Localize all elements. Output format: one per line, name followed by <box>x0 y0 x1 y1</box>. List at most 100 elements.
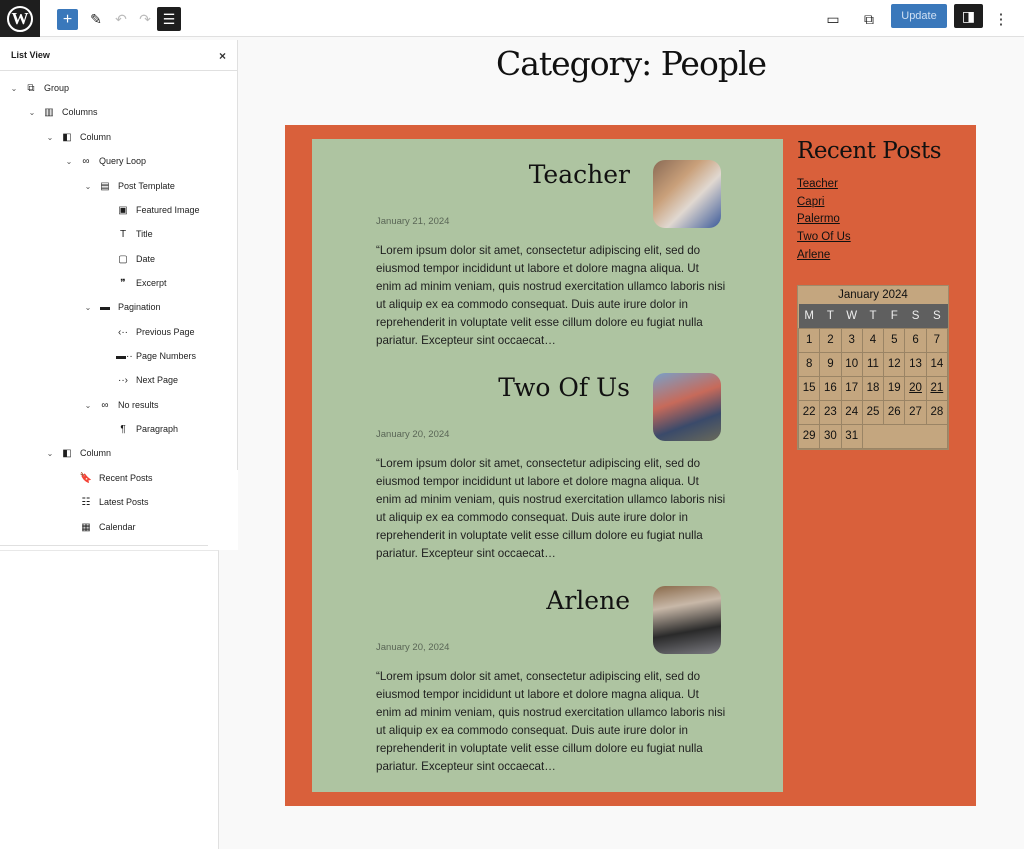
post-title[interactable]: Arlene <box>546 586 630 615</box>
list-view-toggle-button[interactable]: ☰ <box>157 7 181 31</box>
list-view-item[interactable]: ⌄ ◧ Column <box>44 127 111 147</box>
featured-image[interactable] <box>653 373 721 441</box>
calendar-day: 25 <box>861 399 885 425</box>
calendar-day: 12 <box>883 351 906 377</box>
calendar-pad <box>861 423 949 449</box>
list-view-item[interactable]: ··› Next Page <box>100 370 178 390</box>
recent-posts-block-icon: 🔖 <box>79 472 93 484</box>
featured-image[interactable] <box>653 586 721 654</box>
weekday-header: T <box>862 304 884 328</box>
post-excerpt: “Lorem ipsum dolor sit amet, consectetur… <box>376 244 726 347</box>
calendar-day: 19 <box>883 375 906 401</box>
chevron-down-icon[interactable]: ⌄ <box>63 157 75 166</box>
list-view-item-label: Date <box>136 254 156 264</box>
chevron-down-icon[interactable]: ⌄ <box>26 108 38 117</box>
add-block-button[interactable]: + <box>57 9 78 30</box>
recent-post-link[interactable]: Teacher <box>797 178 838 190</box>
list-view-item[interactable]: ☷ Latest Posts <box>63 492 149 512</box>
calendar-day: 29 <box>797 423 821 449</box>
column-block-icon: ◧ <box>62 131 72 143</box>
undo-button[interactable]: ↶ <box>110 8 132 30</box>
calendar-day: 5 <box>883 327 906 353</box>
recent-post-item: Palermo <box>797 211 957 229</box>
view-site-button[interactable]: ⧉ <box>858 8 880 30</box>
calendar-day: 15 <box>797 375 821 401</box>
list-view-item[interactable]: ⌄ ▤ Post Template <box>82 176 175 196</box>
calendar-day: 3 <box>840 327 863 353</box>
wordpress-logo-button[interactable]: W <box>0 0 40 37</box>
chevron-down-icon[interactable]: ⌄ <box>44 449 56 458</box>
list-view-item[interactable]: ▣ Featured Image <box>100 200 200 220</box>
more-options-button[interactable]: ⋮ <box>990 8 1012 30</box>
post-title[interactable]: Teacher <box>529 160 630 189</box>
calendar-day: 1 <box>797 327 821 353</box>
featured-image[interactable] <box>653 160 721 228</box>
list-view-header: List View × <box>0 40 237 71</box>
list-view-item[interactable]: T Title <box>100 224 153 244</box>
list-view-item[interactable]: ⌄ ◧ Column <box>44 443 111 463</box>
list-view-item-label: Title <box>136 229 153 239</box>
list-view-item-label: Paragraph <box>136 424 179 434</box>
calendar-day: 9 <box>819 351 842 377</box>
calendar-day: 28 <box>925 399 949 425</box>
next-page-block-icon: ··› <box>118 374 128 386</box>
device-preview-button[interactable]: ▭ <box>822 8 844 30</box>
query-loop-block-icon: ∞ <box>82 155 90 167</box>
empty-panel <box>0 550 219 849</box>
calendar-day: 18 <box>861 375 885 401</box>
edit-tool-button[interactable]: ✎ <box>85 8 107 30</box>
list-view-item[interactable]: ¶ Paragraph <box>100 419 178 439</box>
calendar-day: 11 <box>861 351 885 377</box>
list-view-item[interactable]: ▦ Calendar <box>63 517 135 537</box>
calendar-day: 10 <box>840 351 863 377</box>
weekday-header: S <box>904 304 927 328</box>
close-icon[interactable]: × <box>219 49 226 63</box>
list-view-item[interactable]: ⌄ ∞ No results <box>82 395 159 415</box>
weekday-header: M <box>798 304 820 328</box>
post-date: January 21, 2024 <box>376 216 450 227</box>
chevron-down-icon[interactable]: ⌄ <box>82 303 94 312</box>
chevron-down-icon[interactable]: ⌄ <box>8 84 20 93</box>
calendar-day: 14 <box>925 351 949 377</box>
calendar-day: 22 <box>797 399 821 425</box>
list-view-item[interactable]: ⌄ ▬ Pagination <box>82 297 161 317</box>
chevron-down-icon[interactable]: ⌄ <box>44 133 56 142</box>
list-view-item-label: Recent Posts <box>99 473 153 483</box>
list-view-item[interactable]: ⌄ ∞ Query Loop <box>63 151 146 171</box>
calendar-day: 31 <box>840 423 863 449</box>
list-view-item[interactable]: 🔖 Recent Posts <box>63 468 153 488</box>
list-view-item[interactable]: ‹·· Previous Page <box>100 322 195 342</box>
update-button[interactable]: Update <box>891 4 947 28</box>
chevron-down-icon[interactable]: ⌄ <box>82 182 94 191</box>
recent-post-link[interactable]: Palermo <box>797 213 840 225</box>
list-view-item-label: Latest Posts <box>99 497 149 507</box>
calendar-day: 2 <box>819 327 842 353</box>
list-view-item-label: Featured Image <box>136 205 200 215</box>
list-view-item-label: Next Page <box>136 375 179 385</box>
calendar-day: 30 <box>819 423 842 449</box>
redo-button[interactable]: ↷ <box>134 8 156 30</box>
title-block-icon: T <box>119 228 127 240</box>
list-view-item-label: Column <box>80 132 112 142</box>
list-view-item-label: Columns <box>62 107 98 117</box>
calendar-day: 24 <box>840 399 863 425</box>
post-title[interactable]: Two Of Us <box>498 373 630 402</box>
list-view-item[interactable]: ▬·· Page Numbers <box>100 346 196 366</box>
weekday-header: W <box>841 304 863 328</box>
list-view-item[interactable]: ⌄ ▥ Columns <box>26 102 98 122</box>
calendar-day-link[interactable]: 21 <box>930 382 943 394</box>
list-view-item[interactable]: ❞ Excerpt <box>100 273 166 293</box>
chevron-down-icon[interactable]: ⌄ <box>82 401 94 410</box>
recent-post-link[interactable]: Two Of Us <box>797 231 851 243</box>
columns-block-icon: ▥ <box>44 106 54 118</box>
calendar-day: 20 <box>904 375 927 401</box>
calendar-day: 23 <box>819 399 842 425</box>
calendar-day: 27 <box>904 399 927 425</box>
list-view-item[interactable]: ▢ Date <box>100 249 155 269</box>
recent-post-link[interactable]: Arlene <box>797 249 830 261</box>
calendar-week: 22 23 24 25 26 27 28 <box>797 399 949 425</box>
list-view-item[interactable]: ⌄ ⧉ Group <box>8 78 69 98</box>
recent-post-link[interactable]: Capri <box>797 196 824 208</box>
calendar-day-link[interactable]: 20 <box>909 382 922 394</box>
settings-toggle-button[interactable]: ◨ <box>954 4 983 28</box>
